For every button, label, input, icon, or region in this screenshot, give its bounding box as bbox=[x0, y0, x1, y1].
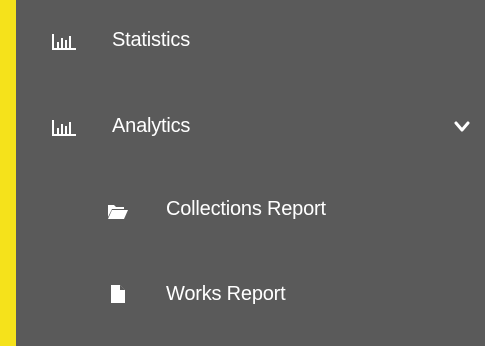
folder-open-icon bbox=[108, 205, 128, 219]
sidebar-item-analytics[interactable]: Analytics bbox=[16, 98, 485, 158]
chevron-down-icon[interactable] bbox=[454, 120, 470, 134]
sidebar-item-label: Works Report bbox=[166, 283, 286, 305]
sidebar-item-label: Statistics bbox=[112, 29, 191, 51]
sidebar-menu: Statistics Analytics Collections Report bbox=[16, 0, 485, 346]
sidebar-item-label: Analytics bbox=[112, 115, 191, 137]
bar-chart-icon bbox=[52, 120, 76, 136]
sidebar-item-label: Collections Report bbox=[166, 198, 326, 220]
file-icon bbox=[111, 285, 125, 303]
sidebar-subitem-works-report[interactable]: Works Report bbox=[16, 266, 485, 326]
sidebar-item-statistics[interactable]: Statistics bbox=[16, 12, 485, 72]
bar-chart-icon bbox=[52, 34, 76, 50]
sidebar-subitem-collections-report[interactable]: Collections Report bbox=[16, 181, 485, 241]
